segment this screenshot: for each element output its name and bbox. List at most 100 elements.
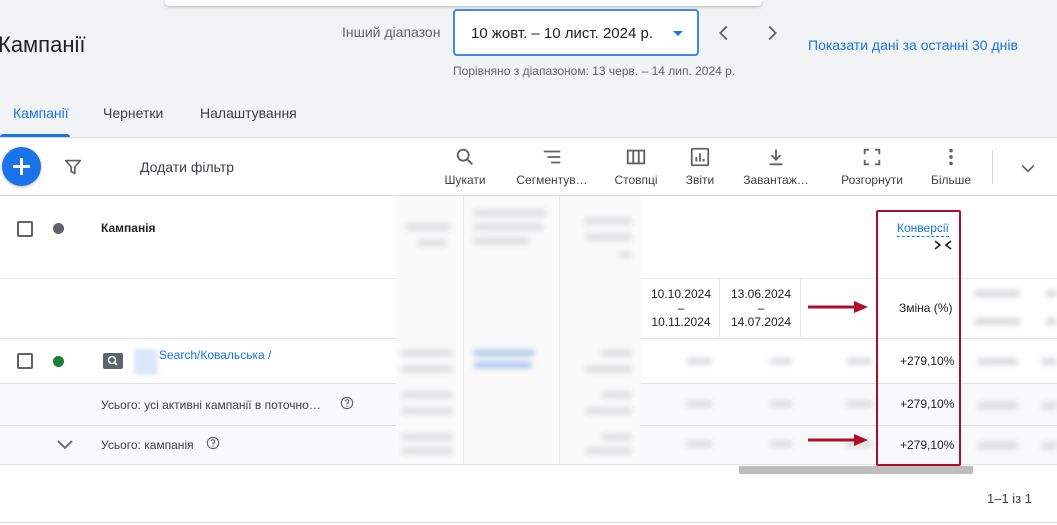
help-icon[interactable]: [206, 436, 220, 450]
more-button[interactable]: Більше: [929, 146, 973, 187]
redacted-text: [474, 224, 544, 230]
horizontal-scrollbar[interactable]: [739, 466, 973, 474]
date-range-picker[interactable]: 10 жовт. – 10 лист. 2024 р.: [453, 9, 699, 56]
fullscreen-icon: [863, 148, 881, 166]
redacted-link: [474, 362, 532, 368]
redacted-text: [586, 234, 632, 240]
redacted-value: [770, 358, 792, 364]
overlay-panel-edge: [165, 0, 762, 6]
filter-icon[interactable]: [62, 156, 84, 178]
campaign-name-link[interactable]: Search/Ковальська /: [159, 348, 271, 362]
redacted-text: [1046, 318, 1057, 325]
pagination-text: 1–1 із 1: [987, 491, 1032, 506]
active-tab-indicator: [0, 134, 70, 137]
status-header-dot: [53, 223, 64, 234]
segment-label: Сегментув…: [516, 173, 588, 187]
download-label: Завантаж…: [743, 173, 809, 187]
redacted-text: [602, 350, 632, 356]
previous-range-header[interactable]: 13.06.2024 – 14.07.2024: [726, 287, 796, 329]
search-label: Шукати: [444, 173, 486, 187]
redacted-text: [602, 392, 632, 398]
download-icon: [769, 149, 783, 166]
redacted-value: [846, 358, 872, 364]
help-icon[interactable]: [340, 396, 354, 410]
redacted-text: [474, 238, 530, 244]
current-range-dash: –: [677, 301, 685, 315]
current-range-end: 10.11.2024: [651, 315, 711, 329]
redacted-text: [1042, 402, 1057, 409]
more-label: Більше: [930, 173, 972, 187]
tab-bar: Кампанії Чернетки Налаштування: [0, 95, 1057, 138]
redacted-text: [974, 318, 1020, 325]
show-last-30-days-link[interactable]: Показати дані за останні 30 днів: [808, 37, 1018, 53]
select-all-checkbox[interactable]: [17, 221, 33, 237]
redacted-text: [406, 224, 450, 230]
download-button[interactable]: Завантаж…: [740, 146, 812, 187]
current-range-header[interactable]: 10.10.2024 – 10.11.2024: [646, 287, 716, 329]
redacted-text: [474, 210, 546, 216]
redacted-text: [402, 448, 452, 454]
previous-range-end: 14.07.2024: [730, 315, 792, 329]
toolbar-divider: [992, 150, 993, 184]
more-vert-icon: [949, 148, 953, 166]
date-range-value: 10 жовт. – 10 лист. 2024 р.: [471, 25, 653, 42]
redacted-text: [402, 350, 452, 356]
redacted-text: [586, 408, 632, 414]
redacted-columns: [396, 196, 641, 464]
column-divider: [719, 279, 720, 339]
annotation-arrow: [808, 301, 868, 313]
redacted-text: [978, 402, 1018, 409]
redacted-value: [770, 401, 792, 407]
chevron-down-icon[interactable]: [56, 439, 74, 451]
columns-button[interactable]: Стовпці: [612, 146, 660, 187]
total-campaign-label: Усього: кампанія: [101, 438, 194, 452]
add-filter-button[interactable]: Додати фільтр: [140, 159, 234, 175]
tab-drafts[interactable]: Чернетки: [103, 105, 163, 121]
column-divider: [800, 279, 801, 339]
redacted-columns-right: [960, 278, 1057, 465]
chevron-left-icon[interactable]: [713, 22, 735, 44]
reports-label: Звіти: [685, 173, 715, 187]
redacted-text: [1042, 442, 1057, 449]
redacted-value: [686, 358, 712, 364]
search-button[interactable]: Шукати: [442, 146, 488, 187]
range-label: Інший діапазон: [342, 24, 441, 40]
redacted-text: [586, 448, 632, 454]
add-campaign-button[interactable]: [2, 147, 41, 186]
redacted-column: [396, 196, 464, 464]
highlight-box: [876, 210, 961, 466]
redacted-text: [584, 218, 632, 224]
campaign-column-header[interactable]: Кампанія: [101, 221, 156, 235]
redacted-value: [770, 441, 792, 447]
page-title: Кампанії: [0, 32, 86, 57]
redacted-text: [602, 434, 632, 440]
tab-settings[interactable]: Налаштування: [200, 105, 297, 121]
expand-label: Розгорнути: [841, 173, 903, 187]
page-header: Кампанії Інший діапазон 10 жовт. – 10 ли…: [0, 0, 1057, 138]
tab-campaigns[interactable]: Кампанії: [13, 105, 69, 121]
reports-icon: [690, 147, 710, 167]
segment-button[interactable]: Сегментув…: [515, 146, 589, 187]
redacted-column: [464, 196, 560, 464]
expand-button[interactable]: Розгорнути: [838, 146, 906, 187]
redacted-text: [974, 290, 1020, 297]
redacted-text: [402, 366, 452, 372]
comparison-range-text: Порівняно з діапазоном: 13 черв. – 14 ли…: [453, 64, 736, 78]
redacted-text: [586, 366, 632, 372]
redacted-value: [686, 401, 712, 407]
bottom-divider: [0, 522, 1057, 523]
total-active-label: Усього: усі активні кампанії в поточно…: [101, 398, 321, 412]
redacted-text: [402, 392, 452, 398]
chevron-right-icon[interactable]: [761, 22, 783, 44]
redacted-value: [846, 401, 872, 407]
row-checkbox[interactable]: [17, 353, 33, 369]
reports-button[interactable]: Звіти: [684, 146, 716, 187]
previous-range-dash: –: [757, 301, 765, 315]
redacted-text: [620, 252, 630, 258]
redacted-text: [402, 434, 452, 440]
redacted-text: [978, 442, 1018, 449]
chevron-down-icon[interactable]: [1018, 158, 1038, 178]
status-enabled-dot[interactable]: [53, 356, 64, 367]
search-icon: [456, 148, 474, 166]
campaign-thumbnail: [134, 349, 158, 375]
